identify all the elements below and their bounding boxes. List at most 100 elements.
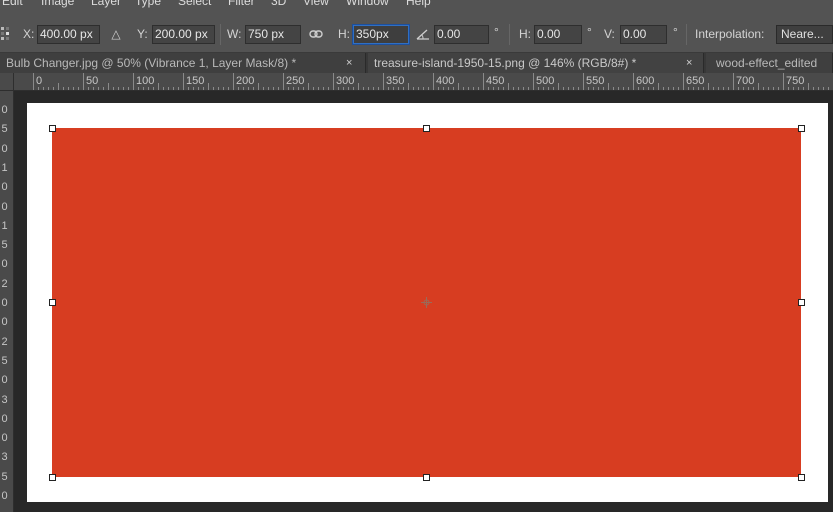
horizontal-ruler[interactable]: 0 50 100 150 200 250 300 350 400 450 500 550 600 650 7… xyxy=(14,73,833,91)
ruler-minor-tick xyxy=(313,87,314,90)
rotate-angle-icon xyxy=(415,25,431,43)
document-canvas[interactable] xyxy=(27,103,828,502)
transform-handle-top-right[interactable] xyxy=(798,125,805,132)
ruler-label: 3 xyxy=(1,393,8,406)
ruler-minor-tick xyxy=(218,87,219,90)
x-position-field[interactable]: 400.00 px xyxy=(37,25,100,44)
ruler-minor-tick xyxy=(763,87,764,90)
ruler-major-tick xyxy=(583,73,584,90)
ruler-minor-tick xyxy=(563,87,564,90)
ruler-minor-tick xyxy=(248,87,249,90)
link-icon[interactable] xyxy=(308,25,324,43)
document-tab-bar: Bulb Changer.jpg @ 50% (Vibrance 1, Laye… xyxy=(0,53,833,73)
ruler-minor-tick xyxy=(318,87,319,90)
ruler-minor-tick xyxy=(368,87,369,90)
reference-point-icon[interactable] xyxy=(0,25,16,43)
menu-help[interactable]: Help xyxy=(406,0,431,8)
ruler-minor-tick xyxy=(578,87,579,90)
ruler-minor-tick xyxy=(473,87,474,90)
canvas-workspace[interactable] xyxy=(15,92,833,512)
menu-type[interactable]: Type xyxy=(135,0,161,8)
transform-handle-bottom-left[interactable] xyxy=(49,474,56,481)
menu-edit[interactable]: Edit xyxy=(2,0,23,8)
ruler-minor-tick xyxy=(753,87,754,90)
relative-position-icon[interactable]: △ xyxy=(108,25,124,43)
ruler-minor-tick xyxy=(278,87,279,90)
menu-filter[interactable]: Filter xyxy=(228,0,255,8)
ruler-minor-tick xyxy=(118,87,119,90)
ruler-minor-tick xyxy=(178,87,179,90)
ruler-label: 2 xyxy=(1,335,8,348)
ruler-minor-tick xyxy=(708,83,709,90)
transform-handle-top-left[interactable] xyxy=(49,125,56,132)
ruler-minor-tick xyxy=(253,87,254,90)
ruler-major-tick xyxy=(333,73,334,90)
skew-h-field[interactable]: 0.00 xyxy=(534,25,582,44)
transform-handle-middle-left[interactable] xyxy=(49,299,56,306)
ruler-label: 350 xyxy=(386,75,405,87)
close-icon[interactable]: × xyxy=(346,53,352,73)
ruler-minor-tick xyxy=(493,87,494,90)
ruler-minor-tick xyxy=(658,83,659,90)
ruler-minor-tick xyxy=(168,87,169,90)
ruler-major-tick xyxy=(283,73,284,90)
vertical-ruler[interactable]: 0 5 0 1 0 0 1 5 0 2 0 0 2 5 0 3 0 0 3 5 0 xyxy=(0,91,14,512)
ruler-minor-tick xyxy=(828,87,829,90)
skew-h-label: H: xyxy=(519,27,531,41)
ruler-minor-tick xyxy=(108,83,109,90)
height-field[interactable]: 350px xyxy=(353,25,409,44)
ruler-label: 550 xyxy=(586,75,605,87)
ruler-label: 0 xyxy=(1,200,8,213)
y-label: Y: xyxy=(137,27,148,41)
transform-handle-middle-right[interactable] xyxy=(798,299,805,306)
close-icon[interactable]: × xyxy=(686,53,692,73)
ruler-minor-tick xyxy=(668,87,669,90)
menu-select[interactable]: Select xyxy=(178,0,211,8)
menu-image[interactable]: Image xyxy=(41,0,74,8)
ruler-label: 400 xyxy=(436,75,455,87)
ruler-minor-tick xyxy=(398,87,399,90)
ruler-major-tick xyxy=(383,73,384,90)
skew-v-field[interactable]: 0.00 xyxy=(620,25,667,44)
transform-handle-bottom-right[interactable] xyxy=(798,474,805,481)
ruler-minor-tick xyxy=(73,87,74,90)
ruler-label: 5 xyxy=(1,354,8,367)
menu-window[interactable]: Window xyxy=(346,0,389,8)
ruler-minor-tick xyxy=(543,87,544,90)
ruler-major-tick xyxy=(33,73,34,90)
width-field[interactable]: 750 px xyxy=(245,25,301,44)
interpolation-dropdown[interactable]: Neare... xyxy=(776,25,833,44)
ruler-minor-tick xyxy=(338,87,339,90)
ruler-minor-tick xyxy=(363,87,364,90)
tab-wood-effect[interactable]: wood-effect_edited xyxy=(706,53,833,73)
menu-3d[interactable]: 3D xyxy=(271,0,286,8)
ruler-minor-tick xyxy=(758,83,759,90)
ruler-origin[interactable] xyxy=(0,73,14,91)
ruler-label: 750 xyxy=(786,75,805,87)
ruler-minor-tick xyxy=(703,87,704,90)
y-position-field[interactable]: 200.00 px xyxy=(152,25,215,44)
ruler-minor-tick xyxy=(643,87,644,90)
transform-center-crosshair-icon[interactable] xyxy=(421,297,432,308)
ruler-major-tick xyxy=(633,73,634,90)
ruler-label: 500 xyxy=(536,75,555,87)
tab-treasure-island[interactable]: treasure-island-1950-15.png @ 146% (RGB/… xyxy=(368,53,704,73)
ruler-label: 0 xyxy=(1,181,8,194)
menu-view[interactable]: View xyxy=(303,0,329,8)
tab-bulb-changer[interactable]: Bulb Changer.jpg @ 50% (Vibrance 1, Laye… xyxy=(0,53,366,73)
rotate-field[interactable]: 0.00 xyxy=(434,25,489,44)
ruler-minor-tick xyxy=(613,87,614,90)
ruler-label: 0 xyxy=(36,75,43,87)
ruler-minor-tick xyxy=(128,87,129,90)
ruler-minor-tick xyxy=(288,87,289,90)
ruler-minor-tick xyxy=(203,87,204,90)
transform-handle-bottom-center[interactable] xyxy=(423,474,430,481)
ruler-label: 5 xyxy=(1,239,8,252)
ruler-label: 200 xyxy=(236,75,255,87)
ruler-label: 300 xyxy=(336,75,355,87)
ruler-minor-tick xyxy=(138,87,139,90)
ruler-label: 3 xyxy=(1,451,8,464)
transform-handle-top-center[interactable] xyxy=(423,125,430,132)
menu-layer[interactable]: Layer xyxy=(91,0,121,8)
ruler-minor-tick xyxy=(323,87,324,90)
